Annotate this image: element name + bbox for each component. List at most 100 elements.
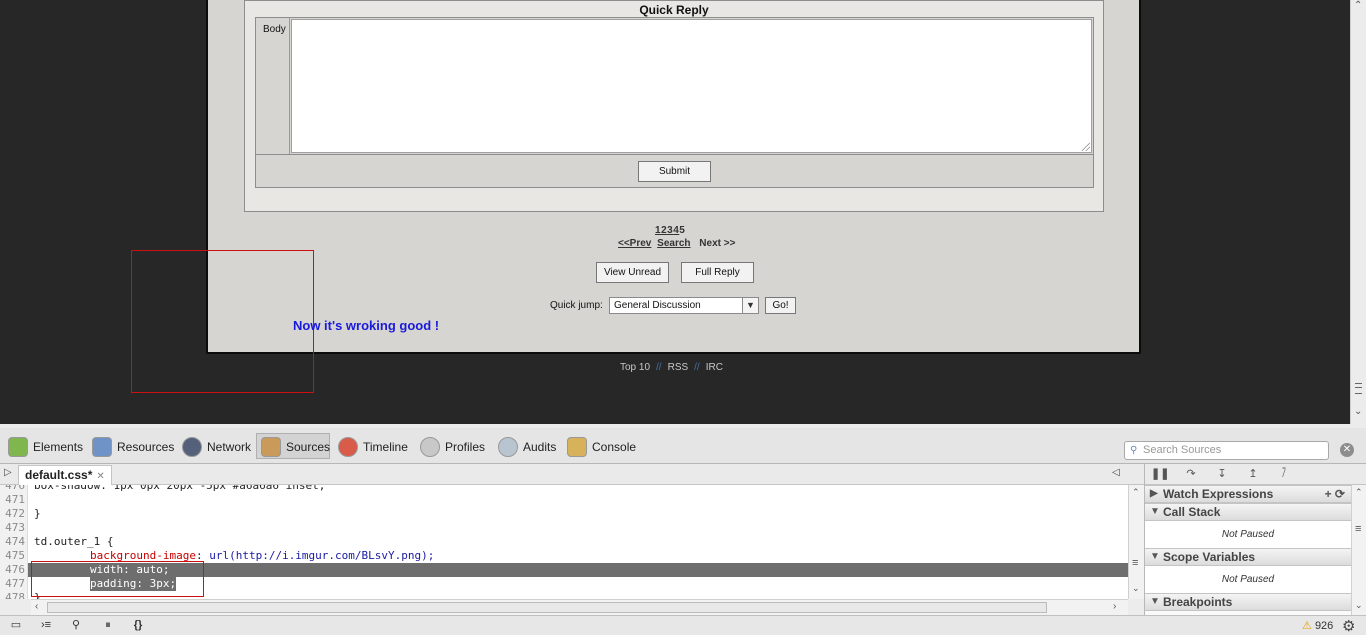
code-scrollbar-vertical[interactable]: ⌃ ≡ ⌄ <box>1128 485 1144 599</box>
collapse-icon: ▼ <box>1150 506 1160 517</box>
pause-exceptions-icon[interactable]: ⏸ <box>98 618 118 633</box>
scroll-down-icon[interactable]: ⌄ <box>1354 406 1362 417</box>
resources-icon <box>92 437 112 457</box>
console-drawer-icon[interactable]: ›≡ <box>36 618 56 633</box>
footer-link-irc[interactable]: IRC <box>706 362 723 373</box>
scrollbar-thumb[interactable] <box>1355 383 1362 394</box>
pause-icon[interactable]: ❚❚ <box>1151 466 1169 482</box>
pretty-print-icon[interactable]: {} <box>128 618 148 633</box>
search-sources-input[interactable]: ⚲ Search Sources <box>1124 441 1329 460</box>
quick-jump-label: Quick jump: <box>550 300 603 311</box>
tab-console[interactable]: Console <box>567 434 636 460</box>
body-divider <box>289 18 290 154</box>
body-label: Body <box>263 24 286 35</box>
file-tab-label: default.css* <box>25 468 93 482</box>
current-page: 5 <box>679 225 686 236</box>
view-unread-button[interactable]: View Unread <box>596 262 669 283</box>
code-scrollbar-horizontal[interactable]: ‹ › <box>31 599 1128 615</box>
breakpoints-header[interactable]: ▼ Breakpoints <box>1145 593 1351 611</box>
code-line: 474 td.outer_1 { <box>0 535 1128 549</box>
collapse-icon: ▼ <box>1150 551 1160 562</box>
code-line: 476 box-shadow: 1px 0px 20px -5px #a6a6a6… <box>0 485 1128 493</box>
collapse-icon: ▼ <box>1150 596 1160 607</box>
chevron-down-icon[interactable]: ▼ <box>742 298 758 313</box>
step-over-icon[interactable]: ↷ <box>1182 466 1200 482</box>
tab-network[interactable]: Network <box>182 434 251 460</box>
file-tabbar: ▷ default.css* ✕ ◁ <box>0 464 1144 485</box>
watch-expressions-header[interactable]: ▶ Watch Expressions + ⟳ <box>1145 485 1351 503</box>
gear-icon[interactable]: ⚙ <box>1342 617 1355 635</box>
scroll-down-icon[interactable]: ⌄ <box>1355 600 1363 611</box>
quick-jump-selected: General Discussion <box>614 300 701 311</box>
body-textarea[interactable] <box>291 19 1092 153</box>
search-icon: ⚲ <box>1130 445 1138 456</box>
tab-sources[interactable]: Sources <box>256 433 330 459</box>
profiles-icon <box>420 437 440 457</box>
submit-button[interactable]: Submit <box>638 161 711 182</box>
pagination-nav: <<Prev Search Next >> <box>618 238 735 249</box>
page-scrollbar[interactable]: ⌃ ⌄ <box>1350 0 1366 424</box>
code-line: 472} <box>0 507 1128 521</box>
file-tab-default-css[interactable]: default.css* ✕ <box>18 465 112 485</box>
scroll-left-icon[interactable]: ‹ <box>35 601 38 612</box>
resize-handle-icon[interactable] <box>1082 143 1090 151</box>
full-reply-button[interactable]: Full Reply <box>681 262 754 283</box>
scroll-up-icon[interactable]: ⌃ <box>1132 487 1140 498</box>
sidebar-scrollbar[interactable]: ⌃ ≡ ⌄ <box>1351 485 1366 615</box>
console-icon <box>567 437 587 457</box>
timeline-icon <box>338 437 358 457</box>
devtools-status-bar: ▭ ›≡ ⚲ ⏸ {} ⚠ 926 ⚙ <box>0 615 1366 635</box>
annotation-box <box>131 250 314 393</box>
warnings-counter[interactable]: ⚠ 926 <box>1302 619 1333 632</box>
elements-icon <box>8 437 28 457</box>
warning-icon: ⚠ <box>1302 620 1312 632</box>
tab-profiles[interactable]: Profiles <box>420 434 486 460</box>
tab-resources[interactable]: Resources <box>92 434 174 460</box>
footer-links: Top 10 // RSS // IRC <box>620 362 723 373</box>
step-out-icon[interactable]: ↥ <box>1244 466 1262 482</box>
debugger-sidebar: ❚❚ ↷ ↧ ↥ ⧶ ▶ Watch Expressions + ⟳ ▼ Call S… <box>1144 464 1366 615</box>
scrollbar-thumb[interactable] <box>47 602 1047 613</box>
devtools-panel: Elements Resources Network Sources Timel… <box>0 424 1366 635</box>
scroll-down-icon[interactable]: ⌄ <box>1132 583 1140 594</box>
prev-link[interactable]: <<Prev <box>618 238 651 249</box>
navigator-toggle-icon[interactable]: ▷ <box>4 467 12 478</box>
add-refresh-icons[interactable]: + ⟳ <box>1325 486 1345 502</box>
page-viewport: Quick Reply Body Submit 12345 <<Prev Sea… <box>0 0 1350 424</box>
search-placeholder: Search Sources <box>1143 444 1222 456</box>
network-icon <box>182 437 202 457</box>
annotation-box-code <box>31 561 204 597</box>
quick-jump-select[interactable]: General Discussion ▼ <box>609 297 759 314</box>
close-icon[interactable]: ✕ <box>1340 443 1354 457</box>
search-link[interactable]: Search <box>657 238 690 249</box>
scroll-up-icon[interactable]: ⌃ <box>1354 0 1362 11</box>
search-icon[interactable]: ⚲ <box>66 618 86 633</box>
dock-icon[interactable]: ▭ <box>6 618 26 633</box>
next-link[interactable]: Next >> <box>699 238 735 249</box>
deactivate-breakpoints-icon[interactable]: ⧶ <box>1275 466 1293 482</box>
call-stack-status: Not Paused <box>1145 521 1351 548</box>
footer-separator: // <box>656 362 662 373</box>
step-into-icon[interactable]: ↧ <box>1213 466 1231 482</box>
scope-variables-header[interactable]: ▼ Scope Variables <box>1145 548 1351 566</box>
scrollbar-thumb-icon[interactable]: ≡ <box>1355 523 1361 535</box>
close-tab-icon[interactable]: ✕ <box>96 471 104 482</box>
tab-timeline[interactable]: Timeline <box>338 434 410 460</box>
debugger-toolbar: ❚❚ ↷ ↧ ↥ ⧶ <box>1145 464 1366 485</box>
scroll-up-icon[interactable]: ⌃ <box>1355 487 1363 498</box>
expand-icon: ▶ <box>1150 488 1158 499</box>
tab-elements[interactable]: Elements <box>8 434 83 460</box>
scope-status: Not Paused <box>1145 566 1351 593</box>
scroll-right-icon[interactable]: › <box>1113 601 1116 612</box>
footer-link-rss[interactable]: RSS <box>668 362 689 373</box>
scrollbar-thumb-icon[interactable]: ≡ <box>1132 557 1138 569</box>
audits-icon <box>498 437 518 457</box>
footer-link-top10[interactable]: Top 10 <box>620 362 650 373</box>
call-stack-header[interactable]: ▼ Call Stack <box>1145 503 1351 521</box>
tab-audits[interactable]: Audits <box>498 434 556 460</box>
debugger-toggle-icon[interactable]: ◁ <box>1112 467 1120 478</box>
quick-reply-title: Quick Reply <box>639 3 709 17</box>
go-button[interactable]: Go! <box>765 297 796 314</box>
code-line: 473 <box>0 521 1128 535</box>
code-line: 471 <box>0 493 1128 507</box>
